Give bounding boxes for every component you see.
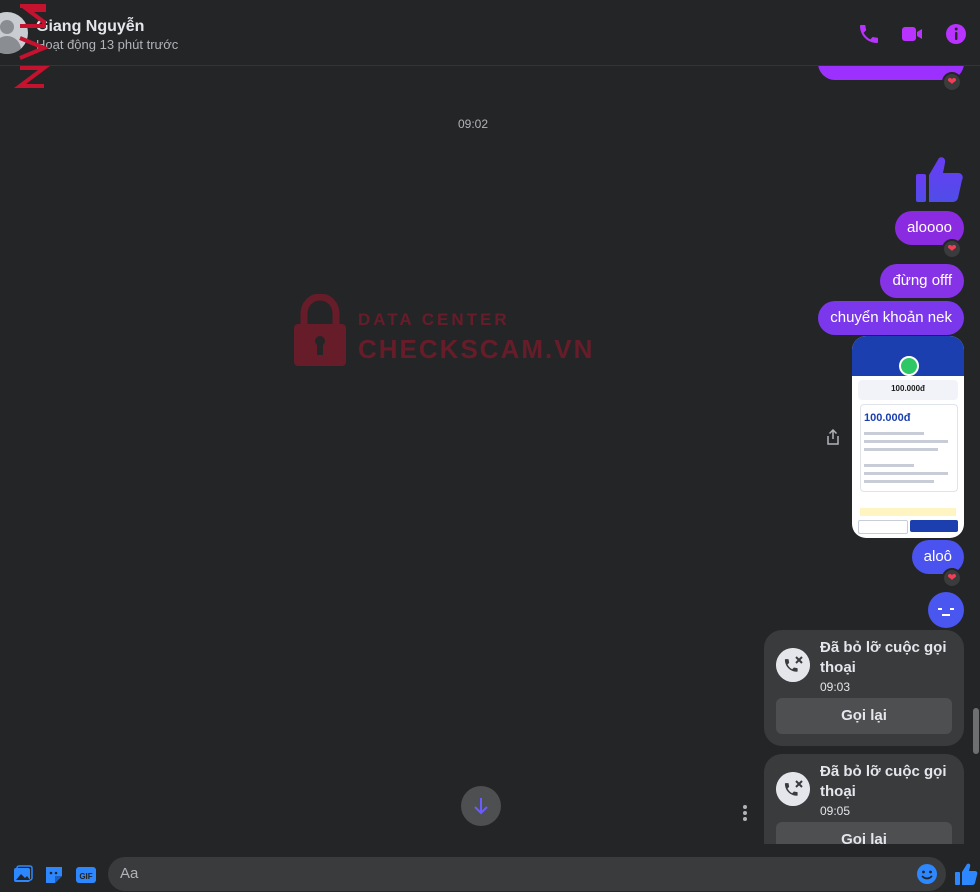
message-bubble[interactable]: chuyển khoản nek: [818, 301, 964, 335]
avatar-head-shape: [0, 20, 14, 34]
heart-reaction-icon[interactable]: ❤: [942, 72, 962, 92]
svg-text:GIF: GIF: [79, 872, 92, 881]
message-list[interactable]: ❤ 09:02 aloooo ❤ đừng offf chuyển khoản …: [0, 66, 980, 844]
watermark-small-text: DATA CENTER: [358, 310, 510, 329]
receipt-line: [864, 464, 914, 467]
missed-call-card: Đã bỏ lỡ cuộc gọi thoại 09:03 Gọi lại: [764, 630, 964, 746]
more-options-icon[interactable]: [740, 804, 750, 822]
receipt-left-button: [858, 520, 908, 534]
receipt-note-band: [860, 508, 956, 516]
arrow-down-icon: [474, 798, 488, 815]
message-input[interactable]: Aa: [108, 857, 946, 891]
phone-icon[interactable]: [857, 22, 881, 46]
missed-call-card: Đã bỏ lỡ cuộc gọi thoại 09:05 Gọi lại: [764, 754, 964, 844]
lock-icon: [294, 294, 346, 366]
missed-call-icon: [776, 772, 810, 806]
conversation-header: Giang Nguyễn Hoạt động 13 phút trước: [0, 0, 980, 66]
image-icon[interactable]: [12, 864, 34, 886]
checkscam-watermark: DATA CENTER CHECKSCAM.VN: [292, 294, 622, 374]
receipt-line: [864, 440, 948, 443]
receipt-amount-header: 100.000đ: [891, 384, 925, 393]
call-time: 09:03: [820, 680, 851, 694]
success-check-icon: [899, 356, 919, 376]
gif-icon[interactable]: GIF: [75, 864, 97, 886]
receipt-line: [864, 432, 924, 435]
emoji-icon[interactable]: [916, 863, 938, 885]
message-bubble[interactable]: đừng offf: [880, 264, 964, 298]
time-separator: 09:02: [457, 117, 489, 131]
contact-status: Hoạt động 13 phút trước: [36, 37, 179, 52]
call-title: Đã bỏ lỡ cuộc gọi thoại: [820, 763, 947, 800]
call-title: Đã bỏ lỡ cuộc gọi thoại: [820, 639, 947, 676]
watermark-big-text: CHECKSCAM.VN: [358, 334, 595, 364]
like-icon[interactable]: [954, 862, 978, 886]
call-back-button[interactable]: Gọi lại: [776, 698, 952, 734]
scrollbar[interactable]: [970, 66, 980, 844]
scrollbar-thumb[interactable]: [973, 708, 979, 754]
crying-face-icon[interactable]: [928, 592, 964, 628]
thumbs-up-icon[interactable]: [914, 154, 964, 204]
transfer-receipt-image[interactable]: 100.000đ 100.000đ: [852, 336, 964, 538]
receipt-line: [864, 480, 934, 483]
share-icon[interactable]: [825, 429, 841, 445]
call-back-button[interactable]: Gọi lại: [776, 822, 952, 844]
sticker-icon[interactable]: [43, 864, 65, 886]
heart-reaction-icon[interactable]: ❤: [942, 568, 962, 588]
receipt-amount: 100.000đ: [864, 412, 911, 424]
scroll-to-bottom-button[interactable]: [461, 786, 501, 826]
call-time: 09:05: [820, 804, 851, 818]
missed-call-icon: [776, 648, 810, 682]
receipt-line: [864, 448, 938, 451]
receipt-line: [864, 472, 948, 475]
receipt-right-button: [910, 520, 958, 532]
video-call-icon[interactable]: [900, 22, 924, 46]
info-icon[interactable]: [944, 22, 968, 46]
contact-name[interactable]: Giang Nguyễn: [36, 18, 144, 36]
heart-reaction-icon[interactable]: ❤: [942, 239, 962, 259]
message-composer: GIF Aa: [0, 856, 980, 892]
